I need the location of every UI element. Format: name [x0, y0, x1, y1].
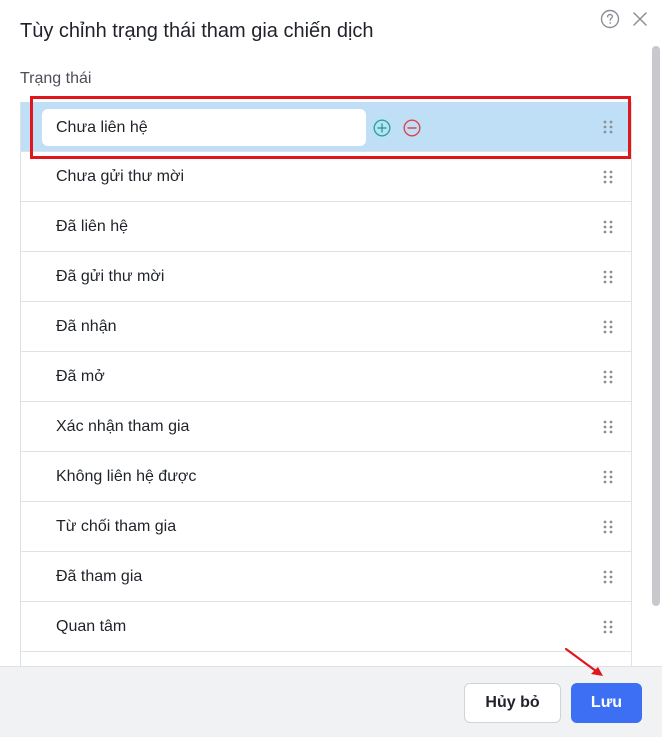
drag-handle-icon[interactable] [603, 470, 613, 484]
drag-handle-icon[interactable] [603, 170, 613, 184]
status-list-item[interactable]: Đã liên hệ [21, 202, 631, 252]
status-list-item[interactable]: Đã nhận [21, 302, 631, 352]
status-item-label: Xác nhận tham gia [56, 418, 190, 435]
drag-handle-icon[interactable] [603, 120, 613, 134]
drag-handle-icon[interactable] [603, 270, 613, 284]
status-item-label: Đã liên hệ [56, 218, 129, 235]
status-item-label: Đã mở [56, 368, 105, 385]
dialog-title: Tùy chỉnh trạng thái tham gia chiến dịch [20, 20, 374, 42]
status-list: Chưa gửi thư mời Đã liên hệ Đã gửi thư m… [20, 102, 632, 666]
status-field-label: Trạng thái [20, 70, 92, 87]
drag-handle-icon[interactable] [603, 320, 613, 334]
status-list-item[interactable]: Đã mở [21, 352, 631, 402]
scrollbar[interactable] [652, 46, 660, 606]
status-item-label: Không liên hệ được [56, 468, 197, 485]
status-item-label: Đã tham gia [56, 568, 143, 585]
save-button[interactable]: Lưu [571, 683, 642, 723]
drag-handle-icon[interactable] [603, 220, 613, 234]
drag-handle-icon[interactable] [603, 520, 613, 534]
customize-status-dialog: Tùy chỉnh trạng thái tham gia chiến dịch… [0, 0, 662, 737]
drag-handle-icon[interactable] [603, 420, 613, 434]
status-list-item[interactable]: Không liên hệ được [21, 452, 631, 502]
status-list-item[interactable]: Xác nhận tham gia [21, 402, 631, 452]
status-list-item[interactable]: Từ chối tham gia [21, 502, 631, 552]
drag-handle-icon[interactable] [603, 370, 613, 384]
status-list-item[interactable]: Chưa gửi thư mời [21, 152, 631, 202]
status-item-label: Chưa gửi thư mời [56, 168, 184, 185]
status-item-label: Quan tâm [56, 618, 127, 635]
drag-handle-icon[interactable] [603, 620, 613, 634]
cancel-button[interactable]: Hủy bỏ [464, 683, 561, 723]
annotation-arrow-icon [564, 647, 603, 676]
status-list-item-partial[interactable] [21, 652, 631, 666]
status-name-input[interactable] [42, 109, 366, 146]
status-item-label: Đã gửi thư mời [56, 268, 165, 285]
status-item-label: Từ chối tham gia [56, 518, 177, 535]
status-item-label: Đã nhận [56, 318, 117, 335]
drag-handle-icon[interactable] [603, 570, 613, 584]
add-status-icon[interactable] [373, 119, 391, 137]
close-icon[interactable] [631, 10, 649, 28]
help-icon[interactable] [600, 9, 620, 29]
remove-status-icon[interactable] [403, 119, 421, 137]
status-list-item[interactable]: Quan tâm [21, 602, 631, 652]
status-list-item[interactable]: Đã gửi thư mời [21, 252, 631, 302]
status-list-item-editing[interactable] [21, 102, 631, 152]
status-list-item[interactable]: Đã tham gia [21, 552, 631, 602]
